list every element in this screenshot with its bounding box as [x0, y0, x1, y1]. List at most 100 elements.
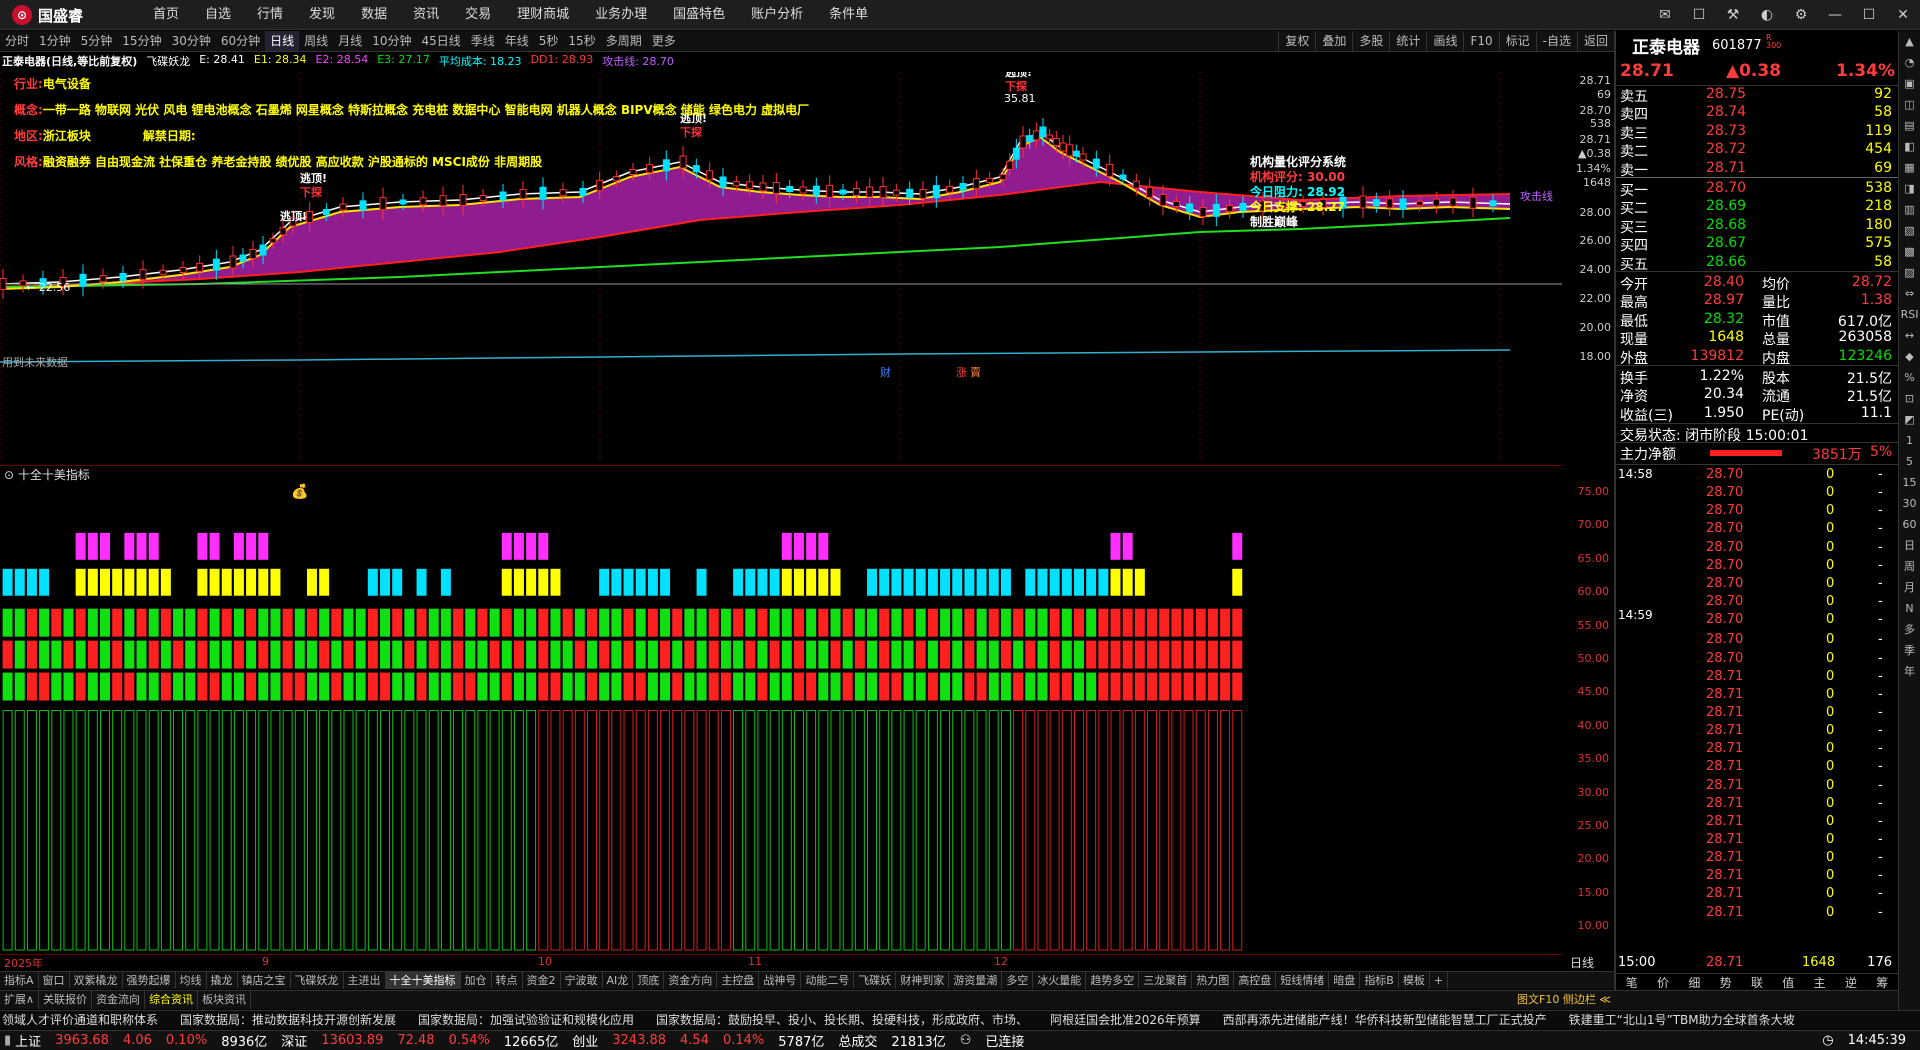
period-tab[interactable]: 30分钟 — [167, 31, 216, 51]
indicator-tab[interactable]: 战神号 — [759, 972, 802, 989]
news-item[interactable]: 铁建重工“北山1号”TBM助力全球首条大坡 — [1567, 1011, 1815, 1029]
cy-label[interactable]: 创业 — [572, 1031, 598, 1050]
bid-row[interactable]: 买二 28.69 218 — [1616, 198, 1898, 217]
indicator-tab[interactable]: 动能二号 — [801, 972, 855, 989]
menu-item[interactable]: 自选 — [192, 0, 244, 30]
sidebar-button[interactable]: ▦ — [1899, 157, 1920, 178]
period-tab[interactable]: 10分钟 — [367, 31, 416, 51]
menu-item[interactable]: 业务办理 — [582, 0, 660, 30]
info-tab[interactable]: 扩展∧ — [0, 991, 40, 1009]
indicator-tab[interactable]: 撬龙 — [207, 972, 238, 989]
minimize-icon[interactable]: — — [1824, 4, 1846, 26]
sidebar-button[interactable]: ▲ — [1899, 31, 1920, 52]
sidebar-button[interactable]: ◆ — [1899, 346, 1920, 367]
quote-tab[interactable]: 势 — [1710, 974, 1741, 991]
settings-icon[interactable]: ⚙ — [1790, 4, 1812, 26]
sidebar-toggle[interactable]: 图文F10 侧边栏 ≪ — [1517, 991, 1611, 1007]
ask-row[interactable]: 卖三 28.73 119 — [1616, 123, 1898, 142]
indicator-tab[interactable]: 十全十美指标 — [385, 972, 461, 989]
chart-tool-button[interactable]: 复权 — [1278, 31, 1315, 51]
news-item[interactable]: 阿根廷国会批准2026年预算 — [1048, 1011, 1221, 1029]
bid-row[interactable]: 买五 28.66 58 — [1616, 254, 1898, 273]
indicator-tab[interactable]: 冰火量能 — [1033, 972, 1087, 989]
period-tab[interactable]: 日线 — [265, 31, 300, 51]
chart-tool-button[interactable]: F10 — [1463, 31, 1498, 51]
period-tab[interactable]: 季线 — [466, 31, 500, 51]
sz-label[interactable]: 深证 — [281, 1031, 307, 1050]
indicator-tab[interactable]: 暗盘 — [1329, 972, 1361, 989]
mail-icon[interactable]: ☐ — [1688, 4, 1710, 26]
indicator-tab[interactable]: 模板 — [1399, 972, 1430, 989]
info-tab[interactable]: 板块资讯 — [198, 991, 252, 1009]
chart-tool-button[interactable]: 标记 — [1498, 31, 1536, 51]
ask-row[interactable]: 卖五 28.75 92 — [1616, 86, 1898, 105]
period-tab[interactable]: 月线 — [333, 31, 367, 51]
indicator-tab[interactable]: 主进出 — [344, 972, 386, 989]
quote-tab[interactable]: 联 — [1741, 974, 1772, 991]
info-tab[interactable]: 综合资讯 — [145, 991, 199, 1009]
news-item[interactable]: 西部再添先进储能产线！华侨科技新型储能智慧工厂正式投产 — [1221, 1011, 1567, 1029]
sidebar-button[interactable]: ◧ — [1899, 136, 1920, 157]
indicator-tab[interactable]: 资金2 — [523, 972, 561, 989]
indicator-tab[interactable]: 主控盘 — [717, 972, 760, 989]
indicator-tab[interactable]: 资金方向 — [664, 972, 718, 989]
indicator-tab[interactable]: 指标B — [1360, 972, 1399, 989]
sidebar-button[interactable]: ▩ — [1899, 241, 1920, 262]
chart-tool-button[interactable]: 画线 — [1426, 31, 1463, 51]
chart-title[interactable]: 正泰电器(日线,等比前复权) — [2, 53, 137, 69]
sidebar-button[interactable]: ▣ — [1899, 73, 1920, 94]
sidebar-button[interactable]: 15 — [1899, 472, 1920, 493]
sidebar-button[interactable]: 季 — [1899, 640, 1920, 661]
chart-tool-button[interactable]: 统计 — [1389, 31, 1426, 51]
close-icon[interactable]: ✕ — [1892, 4, 1914, 26]
bid-row[interactable]: 买一 28.70 538 — [1616, 180, 1898, 199]
period-tab[interactable]: 周线 — [299, 31, 333, 51]
sh-label[interactable]: 上证 — [15, 1031, 41, 1050]
news-item[interactable]: 国家数据局：鼓励投早、投小、投长期、投硬科技，形成政府、市场、 — [654, 1011, 1048, 1029]
period-label[interactable]: 日线 — [1570, 954, 1594, 971]
menu-item[interactable]: 行情 — [244, 0, 296, 30]
sidebar-button[interactable]: ▥ — [1899, 199, 1920, 220]
indicator-tab[interactable]: 飞碟妖龙 — [291, 972, 344, 989]
period-tab[interactable]: 5秒 — [534, 31, 564, 51]
sidebar-button[interactable]: 年 — [1899, 661, 1920, 682]
indicator-tab[interactable]: 双紫橇龙 — [70, 972, 123, 989]
news-item[interactable]: 国家数据局：加强试验验证和规模化应用 — [416, 1011, 654, 1029]
indicator-tab[interactable]: 高控盘 — [1234, 972, 1277, 989]
indicator-tab[interactable]: 镇店之宝 — [238, 972, 291, 989]
menu-item[interactable]: 国盛特色 — [660, 0, 738, 30]
sidebar-button[interactable]: 日 — [1899, 535, 1920, 556]
sidebar-button[interactable]: ↔ — [1899, 325, 1920, 346]
period-tab[interactable]: 更多 — [647, 31, 681, 51]
news-item[interactable]: 国家数据局：推动数据科技开源创新发展 — [178, 1011, 416, 1029]
maximize-icon[interactable]: ☐ — [1858, 4, 1880, 26]
chart-tool-button[interactable]: -自选 — [1535, 31, 1577, 51]
sidebar-button[interactable]: 1 — [1899, 430, 1920, 451]
indicator-tab[interactable]: 加仓 — [461, 972, 492, 989]
indicator-tab[interactable]: 窗口 — [39, 972, 70, 989]
sidebar-button[interactable]: RSI — [1899, 304, 1920, 325]
ask-row[interactable]: 卖一 28.71 69 — [1616, 160, 1898, 179]
quote-tab[interactable]: 值 — [1773, 974, 1804, 991]
period-tab[interactable]: 5分钟 — [76, 31, 118, 51]
sidebar-button[interactable]: ⊡ — [1899, 388, 1920, 409]
indicator-chart[interactable]: 💰 — [0, 465, 1562, 952]
indicator-tab[interactable]: 顶底 — [633, 972, 665, 989]
sidebar-button[interactable]: ◫ — [1899, 94, 1920, 115]
sidebar-button[interactable]: 月 — [1899, 577, 1920, 598]
quote-tab[interactable]: 价 — [1647, 974, 1678, 991]
sidebar-button[interactable]: ◩ — [1899, 409, 1920, 430]
quote-tab[interactable]: 笔 — [1616, 974, 1647, 991]
ask-row[interactable]: 卖四 28.74 58 — [1616, 104, 1898, 123]
menu-item[interactable]: 发现 — [296, 0, 348, 30]
bid-row[interactable]: 买四 28.67 575 — [1616, 235, 1898, 254]
indicator-tab[interactable]: 指标A — [0, 972, 39, 989]
period-tab[interactable]: 15分钟 — [117, 31, 166, 51]
sidebar-button[interactable]: N — [1899, 598, 1920, 619]
period-tab[interactable]: 分时 — [0, 31, 34, 51]
sidebar-button[interactable]: ▨ — [1899, 262, 1920, 283]
ask-row[interactable]: 卖二 28.72 454 — [1616, 141, 1898, 160]
menu-item[interactable]: 理财商城 — [504, 0, 582, 30]
indicator-tab[interactable]: 短线情绪 — [1276, 972, 1330, 989]
quote-tab[interactable]: 主 — [1804, 974, 1835, 991]
